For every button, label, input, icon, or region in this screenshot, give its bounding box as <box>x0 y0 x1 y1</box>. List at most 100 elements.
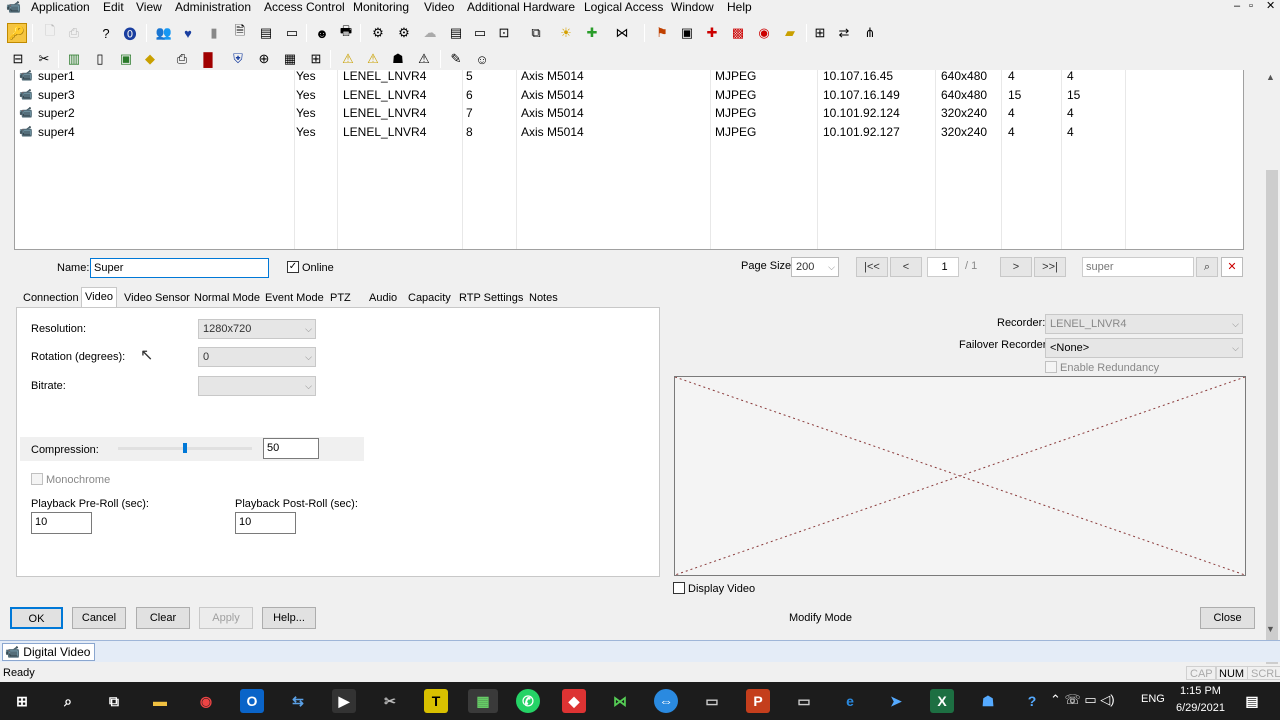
clock-date[interactable]: 6/29/2021 <box>1176 702 1225 714</box>
tools-icon[interactable]: ✂ <box>34 49 54 69</box>
language-indicator[interactable]: ENG <box>1141 693 1165 705</box>
display-video-checkbox[interactable] <box>673 582 685 594</box>
tab-normal-mode[interactable]: Normal Mode <box>191 289 263 307</box>
network-tree-icon[interactable]: ⋔ <box>860 23 880 43</box>
compression-field[interactable]: 50 <box>263 438 319 459</box>
onguard-taskbar-icon[interactable]: ▦ <box>468 689 498 713</box>
tab-event-mode[interactable]: Event Mode <box>262 289 327 307</box>
menu-video[interactable]: Video <box>424 0 454 14</box>
menu-logical-access[interactable]: Logical Access <box>584 0 663 14</box>
tab-capacity[interactable]: Capacity <box>405 289 454 307</box>
copy-icon[interactable]: ⧉ <box>526 23 546 43</box>
network-computer-icon[interactable]: ▭ <box>792 689 816 713</box>
powerpoint-icon[interactable]: P <box>746 689 770 713</box>
cloud-icon[interactable]: ☁ <box>420 23 440 43</box>
print-icon[interactable]: ⎙ <box>64 23 84 43</box>
gear-settings-icon[interactable]: ⚙ <box>394 23 414 43</box>
menu-window[interactable]: Window <box>671 0 714 14</box>
scroll-down-icon[interactable]: ▼ <box>1266 624 1275 634</box>
network-taskbar-icon[interactable]: ⋈ <box>608 689 632 713</box>
guard-icon[interactable]: ☗ <box>388 49 408 69</box>
help-icon[interactable]: ? <box>1020 689 1044 713</box>
whatsapp-icon[interactable]: ✆ <box>516 689 540 713</box>
folder-icon[interactable]: ▰ <box>780 23 800 43</box>
prev-page-button[interactable]: < <box>890 257 922 277</box>
alarm-icon[interactable]: ⚠ <box>363 49 383 69</box>
name-field[interactable]: Super <box>90 258 269 278</box>
table-row[interactable] <box>0 67 1240 85</box>
close-button[interactable]: Close <box>1200 607 1255 629</box>
minimize-button[interactable]: – <box>1234 0 1240 13</box>
grid-icon[interactable]: ⊞ <box>306 49 326 69</box>
vertical-scrollbar[interactable]: ▲ ▼ <box>1264 70 1280 690</box>
tab-digital-video[interactable]: 📹 Digital Video <box>2 643 96 661</box>
search-icon[interactable]: ⌕ <box>56 689 80 713</box>
shield-icon[interactable]: ⛨ <box>228 49 248 69</box>
bitrate-select[interactable]: ⌵ <box>198 376 316 396</box>
help-button[interactable]: Help... <box>262 607 316 629</box>
sitemap-icon[interactable]: ⊞ <box>810 23 830 43</box>
page-size-select[interactable]: 200 ⌵ <box>791 257 839 277</box>
record-icon[interactable]: ◉ <box>754 23 774 43</box>
resolution-select[interactable]: 1280x720 ⌵ <box>198 319 316 339</box>
tab-connection[interactable]: Connection <box>20 289 82 307</box>
users-app-icon[interactable]: ☗ <box>976 689 1000 713</box>
table-row[interactable] <box>0 123 1240 141</box>
apply-button[interactable]: Apply <box>199 607 253 629</box>
system-admin-icon[interactable]: 🔑 <box>7 23 27 43</box>
tag-icon[interactable]: ▭ <box>470 23 490 43</box>
list-icon[interactable]: ▭ <box>282 23 302 43</box>
sun-icon[interactable]: ☀ <box>556 23 576 43</box>
tab-notes[interactable]: Notes <box>526 289 561 307</box>
page-icon[interactable]: ▯ <box>90 49 110 69</box>
cancel-button[interactable]: Cancel <box>72 607 126 629</box>
alarm-monitor-icon[interactable]: ☻ <box>312 23 332 43</box>
search-button[interactable]: ⌕ <box>1196 257 1218 277</box>
menu-additional-hardware[interactable]: Additional Hardware <box>467 0 575 14</box>
postroll-field[interactable]: 10 <box>235 512 296 534</box>
pencil-icon[interactable]: ✎ <box>446 49 466 69</box>
windows-start-icon[interactable]: ⊞ <box>10 689 34 713</box>
tab-rtp-settings[interactable]: RTP Settings <box>456 289 526 307</box>
edge-icon[interactable]: e <box>838 689 862 713</box>
bar-chart-icon[interactable]: ▮ <box>204 23 224 43</box>
card-icon[interactable]: ▣ <box>677 23 697 43</box>
badges-icon[interactable]: ♥ <box>178 23 198 43</box>
badge-icon[interactable]: ◆ <box>140 49 160 69</box>
people-icon[interactable]: ⚑ <box>652 23 672 43</box>
printer-icon[interactable]: ⎙ <box>172 49 192 69</box>
menu-application[interactable]: Application <box>31 0 90 14</box>
text-editor-icon[interactable]: T <box>424 689 448 713</box>
snipping-tool-icon[interactable]: ✂ <box>378 689 402 713</box>
tab-audio[interactable]: Audio <box>366 289 400 307</box>
task-view-icon[interactable]: ⧉ <box>102 689 126 713</box>
print-preview-icon[interactable]: 🗋 <box>40 23 60 43</box>
about-icon[interactable]: ⓿ <box>120 23 140 43</box>
restore-button[interactable]: ▫ <box>1249 0 1253 13</box>
chart-icon[interactable]: ▦ <box>280 49 300 69</box>
remote-desktop-icon[interactable]: ⇆ <box>286 689 310 713</box>
recorder-select[interactable]: LENEL_LNVR4 ⌵ <box>1045 314 1243 334</box>
page-number-field[interactable]: 1 <box>927 257 959 277</box>
compression-slider-thumb[interactable] <box>183 443 187 453</box>
menu-edit[interactable]: Edit <box>103 0 124 14</box>
network-icon[interactable]: ✚ <box>582 23 602 43</box>
table-row[interactable] <box>0 86 1240 104</box>
tab-video[interactable]: Video <box>81 287 117 308</box>
clock-time[interactable]: 1:15 PM <box>1180 685 1221 697</box>
search-input[interactable]: super <box>1082 257 1194 277</box>
app-icon[interactable]: 📹 <box>6 0 21 14</box>
first-page-button[interactable]: |<< <box>856 257 888 277</box>
board-icon[interactable]: ▣ <box>116 49 136 69</box>
tab-video-sensor[interactable]: Video Sensor <box>121 289 193 307</box>
clear-search-button[interactable]: ✕ <box>1221 257 1243 277</box>
user-icon[interactable]: ☺ <box>472 49 492 69</box>
preroll-field[interactable]: 10 <box>31 512 92 534</box>
photo-icon[interactable]: ▩ <box>728 23 748 43</box>
file-explorer-icon[interactable]: ▬ <box>148 689 172 713</box>
document-icon[interactable]: 🗎 <box>230 23 250 43</box>
media-player-icon[interactable]: ▶ <box>332 689 356 713</box>
cardholders-icon[interactable]: 👥 <box>154 23 174 43</box>
teamviewer-icon[interactable]: ⇔ <box>654 689 678 713</box>
menu-view[interactable]: View <box>136 0 162 14</box>
